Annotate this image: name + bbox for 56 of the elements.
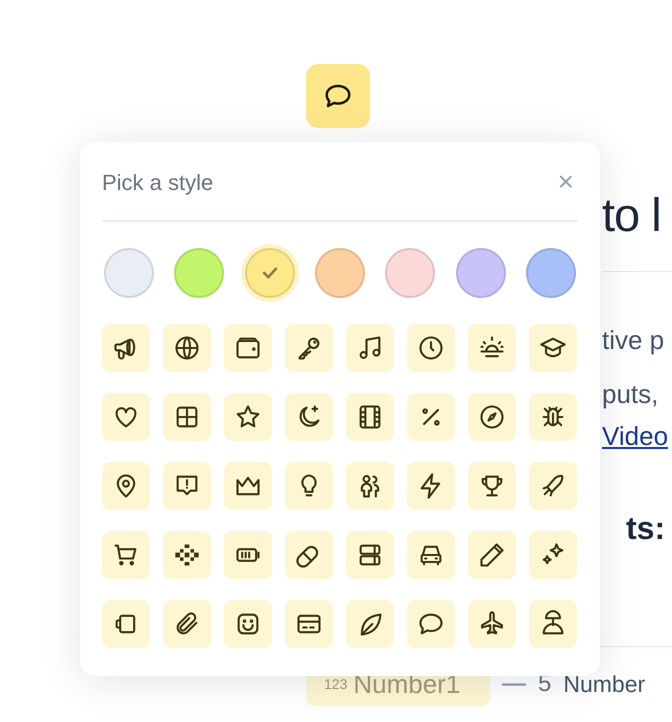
icon-tile[interactable] bbox=[163, 600, 211, 648]
icon-tile[interactable] bbox=[285, 324, 333, 372]
popover-title: Pick a style bbox=[102, 168, 214, 197]
icon-tile[interactable] bbox=[346, 462, 394, 510]
dash: — bbox=[502, 669, 526, 699]
icon-tile[interactable] bbox=[407, 324, 455, 372]
icon-tile[interactable] bbox=[529, 324, 577, 372]
video-link[interactable]: Video bbox=[602, 416, 672, 456]
icon-tile[interactable] bbox=[285, 600, 333, 648]
icon-tile[interactable] bbox=[224, 531, 272, 579]
icon-tile[interactable] bbox=[407, 462, 455, 510]
pencil-icon bbox=[478, 541, 506, 569]
label-text: Number bbox=[563, 670, 646, 699]
chip-icon-text: 123 bbox=[324, 674, 348, 694]
icon-tile[interactable] bbox=[346, 531, 394, 579]
icon-tile[interactable] bbox=[529, 600, 577, 648]
icon-tile[interactable] bbox=[102, 462, 150, 510]
icon-tile[interactable] bbox=[224, 600, 272, 648]
chip-label: Number1 bbox=[353, 668, 460, 700]
icon-tile[interactable] bbox=[346, 393, 394, 441]
icon-tile[interactable] bbox=[468, 531, 516, 579]
icon-tile[interactable] bbox=[163, 324, 211, 372]
compass-icon bbox=[478, 403, 506, 431]
page-heading: to l bbox=[602, 187, 662, 243]
globe-icon bbox=[173, 334, 201, 362]
icon-tile[interactable] bbox=[468, 462, 516, 510]
icon-tile[interactable] bbox=[529, 393, 577, 441]
icon-tile[interactable] bbox=[163, 462, 211, 510]
icon-tile[interactable] bbox=[346, 600, 394, 648]
color-swatch[interactable] bbox=[104, 248, 154, 298]
icon-tile[interactable] bbox=[163, 531, 211, 579]
icon-tile[interactable] bbox=[407, 393, 455, 441]
icon-tile[interactable] bbox=[468, 600, 516, 648]
icon-tile[interactable] bbox=[163, 393, 211, 441]
icon-tile[interactable] bbox=[407, 600, 455, 648]
paragraph-line: tive p bbox=[602, 324, 666, 357]
icon-tile[interactable] bbox=[285, 393, 333, 441]
icon-tile[interactable] bbox=[102, 600, 150, 648]
icon-tile[interactable] bbox=[468, 393, 516, 441]
icon-tile[interactable] bbox=[468, 324, 516, 372]
icon-tile[interactable] bbox=[102, 393, 150, 441]
paragraph-line: puts, bbox=[602, 378, 660, 411]
icon-tile[interactable] bbox=[102, 531, 150, 579]
chat-style-button[interactable] bbox=[306, 64, 370, 128]
clock-icon bbox=[417, 334, 445, 362]
icon-tile[interactable] bbox=[102, 324, 150, 372]
icon-tile[interactable] bbox=[224, 393, 272, 441]
icon-tile[interactable] bbox=[529, 531, 577, 579]
icon-tile[interactable] bbox=[529, 462, 577, 510]
icon-tile[interactable] bbox=[224, 324, 272, 372]
icon-tile[interactable] bbox=[224, 462, 272, 510]
icon-tile[interactable] bbox=[407, 531, 455, 579]
icon-tile[interactable] bbox=[285, 462, 333, 510]
section-heading: ts: bbox=[625, 509, 666, 548]
icon-tile[interactable] bbox=[285, 531, 333, 579]
icon-tile[interactable] bbox=[346, 324, 394, 372]
